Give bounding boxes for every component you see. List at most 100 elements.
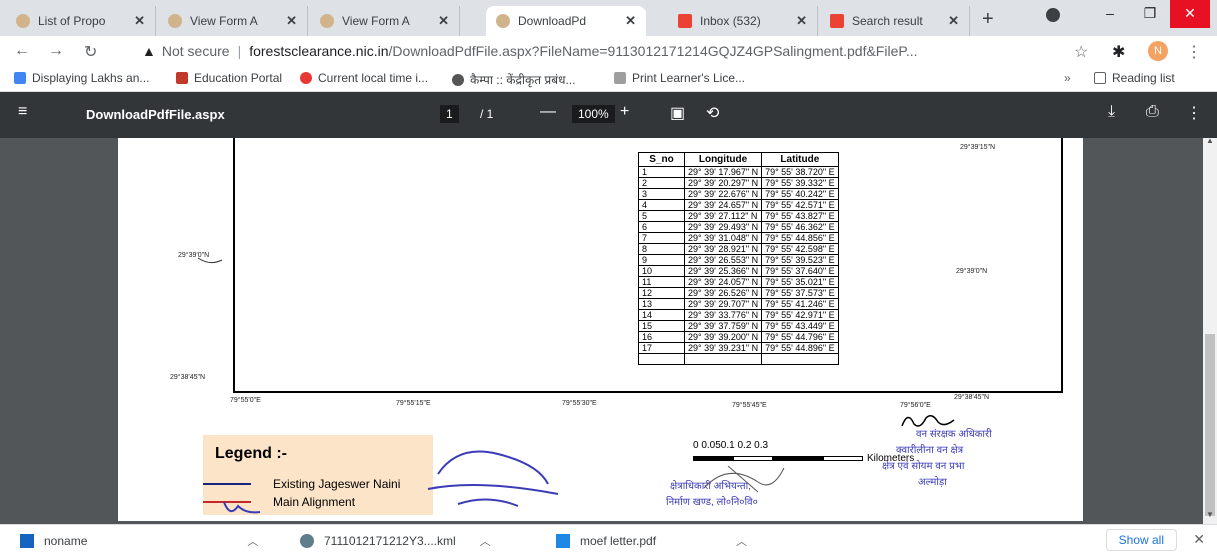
bookmark-item[interactable]: Current local time i... (300, 71, 428, 85)
bookmark-label: Current local time i... (318, 71, 429, 85)
star-icon[interactable]: ☆ (1074, 42, 1088, 62)
tab-list-of-proposals[interactable]: List of Propo ✕ (6, 6, 156, 36)
lat-label: 29°38'45"N (170, 374, 206, 381)
bookmark-icon (452, 73, 464, 86)
hamburger-menu-icon[interactable]: ≡ (18, 103, 27, 121)
tab-download-pdf[interactable]: DownloadPd ✕ (486, 6, 646, 36)
table-row: 1 29° 39' 17.967" N 79° 55' 38.720" E (638, 166, 839, 178)
sno-cell: 4 (638, 199, 685, 211)
bookmark-icon (14, 72, 26, 84)
sno-cell: 8 (638, 243, 685, 255)
bookmark-item[interactable]: Displaying Lakhs an... (14, 71, 149, 85)
close-tab-icon[interactable]: ✕ (134, 13, 145, 29)
stamp-text: क्षेत्र एवं सोयम वन प्रभा (882, 461, 965, 472)
reload-icon[interactable]: ↻ (84, 42, 97, 62)
department-seal (427, 450, 559, 507)
new-tab-button[interactable]: + (982, 8, 994, 31)
back-arrow-icon[interactable]: ← (14, 42, 30, 60)
latitude-cell: 79° 55' 44.896" E (761, 342, 839, 354)
download-item[interactable]: 7111012171212Y3....kml ︿ (300, 533, 491, 549)
legend-label: Main Alignment (273, 495, 356, 509)
rotate-icon[interactable]: ⟲ (706, 103, 719, 123)
vertical-scrollbar[interactable]: ▲ ▼ (1203, 138, 1217, 524)
close-tab-icon[interactable]: ✕ (625, 13, 636, 29)
show-all-button[interactable]: Show all (1105, 529, 1177, 551)
extensions-icon[interactable]: ✱ (1112, 42, 1125, 62)
column-header: Longitude (683, 152, 763, 167)
sno-cell: 15 (638, 320, 685, 332)
close-tab-icon[interactable]: ✕ (438, 13, 449, 29)
chevron-up-icon[interactable]: ︿ (736, 533, 747, 549)
bookmark-label: Education Portal (194, 71, 283, 85)
reading-list-button[interactable]: Reading list (1094, 71, 1175, 85)
fit-page-icon[interactable]: ▣ (670, 103, 685, 123)
close-download-bar-icon[interactable]: ✕ (1193, 531, 1205, 548)
download-item[interactable]: moef letter.pdf ︿ (556, 533, 747, 549)
download-filename: 7111012171212Y3....kml (324, 534, 456, 548)
bookmarks-bar: Displaying Lakhs an... Education Portal … (0, 66, 1217, 92)
download-icon[interactable]: ⤓ (1108, 103, 1115, 121)
bookmark-item[interactable]: Education Portal (176, 71, 282, 85)
zoom-out-icon[interactable]: — (540, 103, 556, 121)
reading-list-label: Reading list (1112, 71, 1175, 85)
menu-kebab-icon[interactable]: ⋮ (1186, 42, 1202, 62)
more-bookmarks-chevron-icon[interactable]: » (1064, 71, 1071, 85)
minimize-button[interactable]: – (1090, 0, 1130, 28)
table-row: 6 29° 39' 29.493" N 79° 55' 46.362" E (638, 221, 839, 233)
chevron-up-icon[interactable]: ︿ (247, 533, 258, 549)
chevron-up-icon[interactable]: ︿ (480, 533, 491, 549)
longitude-cell: 29° 39' 24.057" N (683, 276, 763, 288)
empty-cell (683, 353, 763, 365)
tab-view-form-a-1[interactable]: View Form A ✕ (158, 6, 308, 36)
map-curve-mark (197, 257, 223, 264)
stamp-text: वन संरक्षक अधिकारी (916, 429, 992, 440)
bookmark-item[interactable]: कैम्पा :: केंद्रीकृत प्रबंध... (452, 71, 575, 88)
download-item[interactable]: noname ︿ (20, 533, 258, 549)
scroll-down-icon[interactable]: ▼ (1206, 510, 1214, 519)
print-icon[interactable]: ⎙ (1146, 103, 1159, 121)
table-row: 11 29° 39' 24.057" N 79° 55' 35.021" E (638, 276, 839, 288)
latitude-cell: 79° 55' 44.796" E (761, 331, 839, 343)
table-row: 16 29° 39' 39.200" N 79° 55' 44.796" E (638, 331, 839, 343)
longitude-cell: 29° 39' 29.707" N (683, 298, 763, 310)
url-host: forestsclearance.nic.in (249, 43, 389, 59)
tab-search-icon[interactable] (1046, 8, 1060, 22)
tab-inbox[interactable]: Inbox (532) ✕ (668, 6, 818, 36)
warning-icon[interactable]: ▲ (142, 43, 156, 59)
close-tab-icon[interactable]: ✕ (948, 13, 959, 29)
lon-label: 79°55'15"E (396, 400, 431, 407)
moef-favicon-icon (16, 14, 30, 28)
longitude-cell: 29° 39' 39.231" N (683, 342, 763, 354)
latitude-cell: 79° 55' 42.571" E (761, 199, 839, 211)
scrollbar-thumb[interactable] (1205, 334, 1215, 516)
latitude-cell: 79° 55' 44.856" E (761, 232, 839, 244)
forward-arrow-icon[interactable]: → (48, 42, 64, 60)
address-bar[interactable]: ▲ Not secure | forestsclearance.nic.in /… (142, 39, 1062, 63)
sno-cell: 11 (638, 276, 685, 288)
latitude-cell: 79° 55' 41.246" E (761, 298, 839, 310)
page-number-input[interactable]: 1 (440, 105, 459, 123)
zoom-input[interactable]: 100% (572, 105, 615, 123)
longitude-cell: 29° 39' 24.657" N (683, 199, 763, 211)
maximize-button[interactable]: ❐ (1130, 0, 1170, 28)
scroll-up-icon[interactable]: ▲ (1206, 138, 1214, 145)
table-row: 4 29° 39' 24.657" N 79° 55' 42.571" E (638, 199, 839, 211)
longitude-cell: 29° 39' 17.967" N (683, 166, 763, 178)
close-tab-icon[interactable]: ✕ (286, 13, 297, 29)
scale-ticks: 0 0.050.1 0.2 0.3 (693, 440, 769, 451)
bookmark-item[interactable]: Print Learner's Lice... (614, 71, 745, 85)
bookmark-label: Print Learner's Lice... (632, 71, 746, 85)
close-window-button[interactable]: ✕ (1170, 0, 1210, 28)
close-tab-icon[interactable]: ✕ (796, 13, 807, 29)
pdf-more-icon[interactable]: ⋮ (1186, 103, 1202, 123)
stamp-text: अल्मोड़ा (918, 477, 947, 488)
tab-search-results[interactable]: Search result ✕ (820, 6, 970, 36)
zoom-in-icon[interactable]: + (620, 103, 629, 121)
sno-cell: 3 (638, 188, 685, 200)
table-row: 9 29° 39' 26.553" N 79° 55' 39.523" E (638, 254, 839, 266)
profile-avatar[interactable]: N (1148, 41, 1168, 61)
longitude-cell: 29° 39' 31.048" N (683, 232, 763, 244)
reading-list-icon (1094, 72, 1106, 84)
legend-label: Existing Jageswer Naini (273, 477, 401, 491)
tab-view-form-a-2[interactable]: View Form A ✕ (310, 6, 460, 36)
